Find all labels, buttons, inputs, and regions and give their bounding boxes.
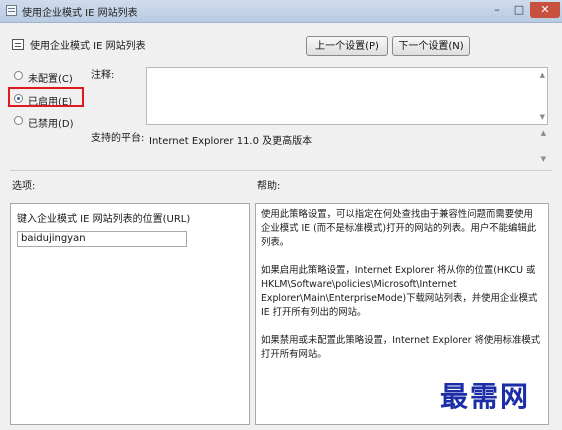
window-title: 使用企业模式 IE 网站列表 (22, 8, 138, 19)
dialog-content: 使用企业模式 IE 网站列表 上一个设置(P) 下一个设置(N) 未配置(C) … (0, 23, 562, 430)
policy-title: 使用企业模式 IE 网站列表 (30, 41, 146, 52)
radio-label[interactable]: 未配置(C) (28, 70, 73, 85)
scroll-up-icon[interactable]: ▲ (541, 129, 546, 137)
help-label: 帮助: (257, 181, 281, 192)
previous-setting-button[interactable]: 上一个设置(P) (306, 36, 388, 56)
close-button[interactable]: ✕ (530, 2, 560, 18)
help-paragraph: 使用此策略设置，可以指定在何处查找由于兼容性问题而需要使用企业模式 IE (而不… (261, 209, 537, 248)
note-textarea[interactable]: ▲ ▼ (146, 67, 548, 125)
scroll-down-icon[interactable]: ▼ (540, 113, 545, 121)
supported-platform-label: 支持的平台: (91, 133, 145, 144)
options-panel: 键入企业模式 IE 网站列表的位置(URL) baidujingyan (10, 203, 250, 425)
note-label: 注释: (91, 70, 115, 81)
section-divider (10, 170, 552, 171)
site-list-url-input[interactable]: baidujingyan (17, 231, 187, 247)
minimize-button[interactable]: – (486, 2, 508, 18)
radio-button-icon[interactable] (14, 116, 23, 125)
radio-label[interactable]: 已禁用(D) (28, 115, 74, 130)
scroll-up-icon[interactable]: ▲ (540, 71, 545, 79)
supported-platform-value: Internet Explorer 11.0 及更高版本 (149, 136, 313, 147)
help-text: 使用此策略设置，可以指定在何处查找由于兼容性问题而需要使用企业模式 IE (而不… (261, 208, 541, 376)
title-bar: 使用企业模式 IE 网站列表 – □ ✕ (0, 0, 562, 23)
supported-platform-box: Internet Explorer 11.0 及更高版本 ▲ ▼ (146, 128, 548, 164)
radio-button-icon[interactable] (14, 71, 23, 80)
scroll-down-icon[interactable]: ▼ (541, 155, 546, 163)
help-paragraph: 如果启用此策略设置，Internet Explorer 将从你的位置(HKCU … (261, 265, 538, 318)
url-field-label: 键入企业模式 IE 网站列表的位置(URL) (17, 214, 191, 225)
help-paragraph: 如果禁用或未配置此策略设置，Internet Explorer 将使用标准模式打… (261, 335, 541, 360)
next-setting-button[interactable]: 下一个设置(N) (392, 36, 470, 56)
policy-window-icon (6, 5, 17, 16)
policy-settings-icon (12, 39, 24, 50)
enabled-highlight-box (8, 87, 84, 107)
maximize-button[interactable]: □ (508, 2, 530, 18)
options-label: 选项: (12, 181, 36, 192)
watermark-logo: 最需网 (440, 380, 531, 413)
